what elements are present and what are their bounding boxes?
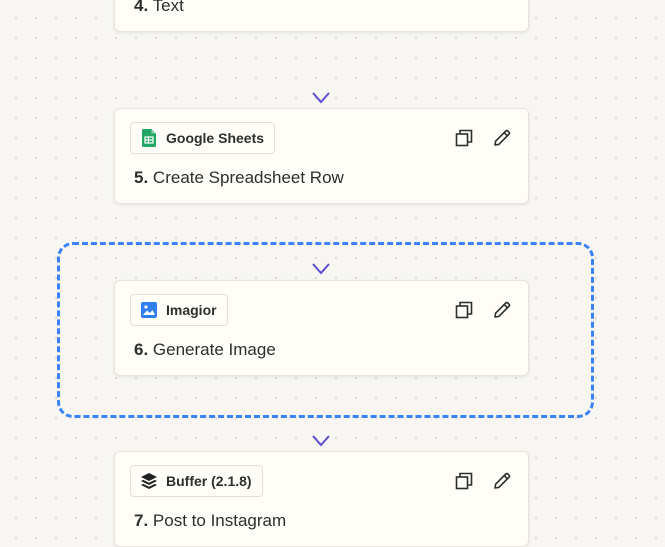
app-name: Buffer (2.1.8): [166, 473, 252, 489]
step-name: Text: [152, 0, 184, 15]
step-title-7: 7. Post to Instagram: [134, 511, 286, 531]
edit-pencil-icon[interactable]: [491, 127, 513, 149]
step-name: Generate Image: [152, 340, 276, 359]
workflow-canvas[interactable]: 4. Text Google Sheets 5. Create Spreadsh…: [0, 0, 665, 547]
app-name: Google Sheets: [166, 130, 265, 146]
app-chip-buffer[interactable]: Buffer (2.1.8): [130, 465, 263, 497]
card-actions: [453, 127, 513, 149]
step-title-5: 5. Create Spreadsheet Row: [134, 168, 344, 188]
duplicate-icon[interactable]: [453, 299, 475, 321]
step-card-5[interactable]: Google Sheets 5. Create Spreadsheet Row: [114, 108, 529, 204]
step-number: 5.: [134, 168, 149, 187]
edit-pencil-icon[interactable]: [491, 470, 513, 492]
google-sheets-icon: [140, 129, 158, 147]
connector-arrow: [312, 35, 330, 104]
app-name: Imagior: [166, 302, 217, 318]
connector-arrow: [312, 378, 330, 447]
app-chip-imagior[interactable]: Imagior: [130, 294, 228, 326]
step-title-4: 4. Text: [134, 0, 184, 16]
step-number: 6.: [134, 340, 149, 359]
step-number: 7.: [134, 511, 149, 530]
edit-pencil-icon[interactable]: [491, 299, 513, 321]
step-card-4[interactable]: 4. Text: [114, 0, 529, 32]
step-title-6: 6. Generate Image: [134, 340, 276, 360]
card-actions: [453, 470, 513, 492]
step-number: 4.: [134, 0, 149, 15]
buffer-icon: [140, 472, 158, 490]
duplicate-icon[interactable]: [453, 470, 475, 492]
step-card-6[interactable]: Imagior 6. Generate Image: [114, 280, 529, 376]
card-actions: [453, 299, 513, 321]
step-name: Create Spreadsheet Row: [152, 168, 344, 187]
step-card-7[interactable]: Buffer (2.1.8) 7. Post to Instagram: [114, 451, 529, 547]
step-name: Post to Instagram: [152, 511, 287, 530]
app-chip-google-sheets[interactable]: Google Sheets: [130, 122, 276, 154]
duplicate-icon[interactable]: [453, 127, 475, 149]
image-icon: [140, 301, 158, 319]
